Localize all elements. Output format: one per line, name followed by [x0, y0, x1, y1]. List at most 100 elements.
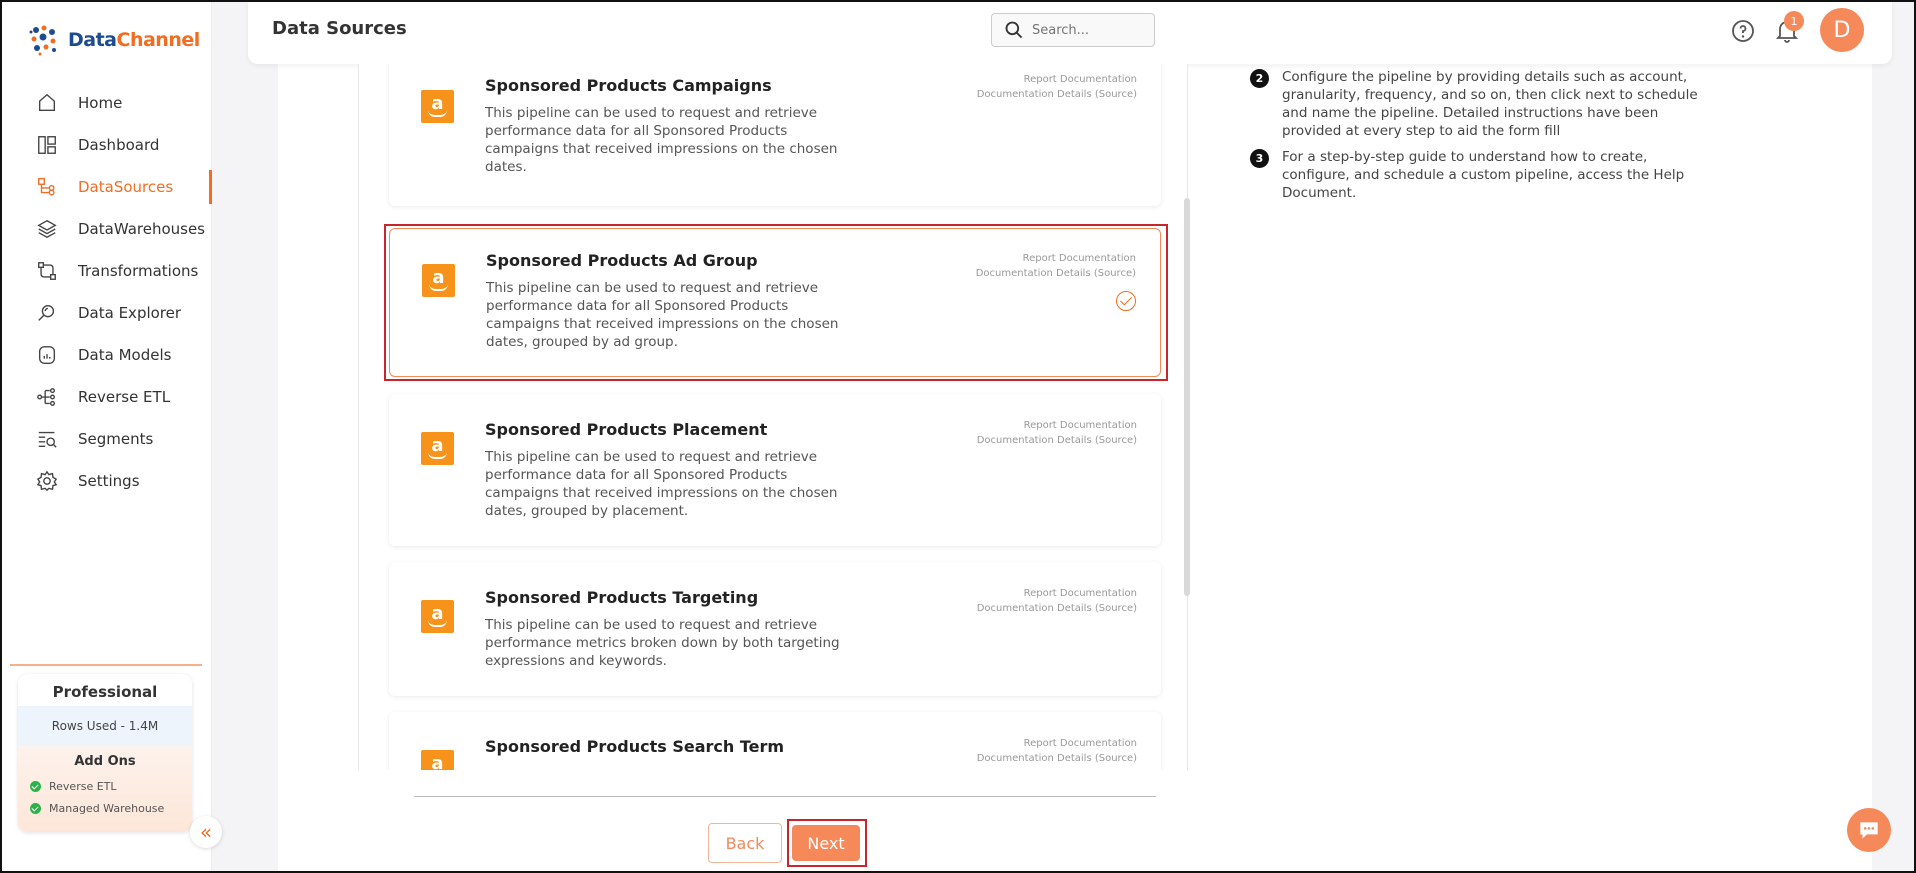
back-button[interactable]: Back: [708, 823, 782, 863]
plan-title: Professional: [52, 683, 158, 701]
sidebar-item-datawarehouses[interactable]: DataWarehouses: [2, 208, 212, 250]
page-title: Data Sources: [272, 18, 407, 39]
models-icon: [36, 344, 58, 366]
help-icon[interactable]: [1731, 19, 1755, 43]
amazon-logo-icon: a: [421, 600, 454, 633]
sidebar-item-settings[interactable]: Settings: [2, 460, 212, 502]
pipeline-title: Sponsored Products Campaigns: [485, 76, 772, 95]
amazon-logo-icon: a: [421, 432, 454, 465]
sidebar-item-reverse-etl[interactable]: Reverse ETL: [2, 376, 212, 418]
search-icon: [1005, 21, 1023, 39]
footer-divider: [414, 796, 1156, 797]
pipeline-description: This pipeline can be used to request and…: [486, 280, 839, 350]
selected-check-icon: [1116, 291, 1136, 311]
pipeline-list: a Sponsored Products Campaigns This pipe…: [358, 64, 1188, 770]
pipeline-links: Report Documentation Documentation Detai…: [977, 72, 1137, 102]
sidebar-item-label: Data Explorer: [78, 304, 182, 322]
sidebar-item-data-models[interactable]: Data Models: [2, 334, 212, 376]
report-documentation-link[interactable]: Report Documentation: [977, 736, 1137, 751]
gear-icon: [36, 470, 58, 492]
pipeline-card-selected[interactable]: a Sponsored Products Ad Group This pipel…: [389, 228, 1161, 377]
chat-button[interactable]: [1847, 808, 1891, 852]
amazon-logo-icon: a: [421, 90, 454, 123]
brand-name: DataChannel: [68, 29, 200, 51]
report-documentation-link[interactable]: Report Documentation: [977, 418, 1137, 433]
sidebar-item-label: Data Models: [78, 346, 172, 364]
addon-label: Reverse ETL: [49, 779, 117, 793]
sidebar: DataChannel Home Dashboard DataSources D…: [2, 2, 212, 871]
sidebar-nav: Home Dashboard DataSources DataWarehouse…: [2, 82, 212, 502]
search-box[interactable]: [991, 13, 1155, 47]
avatar[interactable]: D: [1820, 8, 1864, 52]
documentation-details-link[interactable]: Documentation Details (Source): [977, 751, 1137, 766]
plan-card: Professional Rows Used - 1.4M Add Ons Re…: [18, 674, 192, 832]
report-documentation-link[interactable]: Report Documentation: [977, 72, 1137, 87]
amazon-logo-icon: a: [421, 750, 454, 770]
pipeline-links: Report Documentation Documentation Detai…: [976, 251, 1136, 281]
double-chevron-left-icon: «: [199, 820, 213, 844]
collapse-sidebar-button[interactable]: «: [190, 816, 222, 848]
explorer-icon: [36, 302, 58, 324]
pipeline-card[interactable]: a Sponsored Products Campaigns This pipe…: [389, 64, 1161, 206]
check-circle-icon: [30, 802, 41, 814]
sidebar-item-transformations[interactable]: Transformations: [2, 250, 212, 292]
pipeline-description: This pipeline can be used to request and…: [485, 105, 838, 175]
sidebar-item-data-explorer[interactable]: Data Explorer: [2, 292, 212, 334]
sidebar-item-datasources[interactable]: DataSources: [2, 166, 212, 208]
documentation-details-link[interactable]: Documentation Details (Source): [977, 87, 1137, 102]
instruction-step: 2 Configure the pipeline by providing de…: [1250, 68, 1710, 140]
sidebar-item-home[interactable]: Home: [2, 82, 212, 124]
pipeline-links: Report Documentation Documentation Detai…: [977, 586, 1137, 616]
datasources-icon: [36, 176, 58, 198]
pipeline-links: Report Documentation Documentation Detai…: [977, 736, 1137, 766]
transform-icon: [36, 260, 58, 282]
plan-divider: [10, 664, 202, 666]
addon-item: Reverse ETL: [18, 775, 192, 797]
amazon-logo-icon: a: [422, 264, 455, 297]
home-icon: [36, 92, 58, 114]
sidebar-item-label: DataWarehouses: [78, 220, 205, 238]
report-documentation-link[interactable]: Report Documentation: [976, 251, 1136, 266]
pipeline-title: Sponsored Products Placement: [485, 420, 768, 439]
step-text: For a step-by-step guide to understand h…: [1282, 149, 1685, 201]
sidebar-item-label: Transformations: [78, 262, 199, 280]
reverse-etl-icon: [36, 386, 58, 408]
pipeline-title: Sponsored Products Search Term: [485, 737, 785, 756]
pipeline-links: Report Documentation Documentation Detai…: [977, 418, 1137, 448]
sidebar-item-segments[interactable]: Segments: [2, 418, 212, 460]
sidebar-item-dashboard[interactable]: Dashboard: [2, 124, 212, 166]
addon-item: Managed Warehouse: [18, 797, 192, 819]
addon-label: Managed Warehouse: [49, 801, 165, 815]
documentation-details-link[interactable]: Documentation Details (Source): [977, 433, 1137, 448]
step-number: 3: [1250, 149, 1269, 168]
logo[interactable]: DataChannel: [26, 22, 200, 58]
notification-badge: 1: [1784, 11, 1804, 31]
step-number: 2: [1250, 69, 1269, 88]
documentation-details-link[interactable]: Documentation Details (Source): [977, 601, 1137, 616]
sidebar-item-label: Dashboard: [78, 136, 160, 154]
sidebar-item-label: DataSources: [78, 178, 174, 196]
instructions-panel: 2 Configure the pipeline by providing de…: [1250, 68, 1710, 210]
pipeline-title: Sponsored Products Ad Group: [486, 251, 758, 270]
step-text: Configure the pipeline by providing deta…: [1282, 69, 1698, 139]
sidebar-item-label: Home: [78, 94, 123, 112]
pipeline-card[interactable]: a Sponsored Products Search Term Report …: [389, 712, 1161, 770]
documentation-details-link[interactable]: Documentation Details (Source): [976, 266, 1136, 281]
next-button[interactable]: Next: [792, 825, 860, 861]
check-circle-icon: [30, 780, 41, 792]
layers-icon: [36, 218, 58, 240]
pipeline-description: This pipeline can be used to request and…: [485, 617, 840, 669]
sidebar-item-label: Reverse ETL: [78, 388, 171, 406]
search-input[interactable]: [1032, 22, 1142, 38]
rows-used: Rows Used - 1.4M: [18, 706, 192, 746]
addons-title: Add Ons: [74, 754, 136, 769]
segments-icon: [36, 428, 58, 450]
pipeline-card[interactable]: a Sponsored Products Targeting This pipe…: [389, 562, 1161, 696]
chat-bubble-icon: [1860, 822, 1878, 839]
datachannel-logo-icon: [26, 22, 62, 58]
list-scrollbar[interactable]: [1184, 198, 1190, 596]
report-documentation-link[interactable]: Report Documentation: [977, 586, 1137, 601]
dashboard-icon: [36, 134, 58, 156]
pipeline-card[interactable]: a Sponsored Products Placement This pipe…: [389, 394, 1161, 546]
top-header: Data Sources 1 D: [248, 2, 1892, 64]
